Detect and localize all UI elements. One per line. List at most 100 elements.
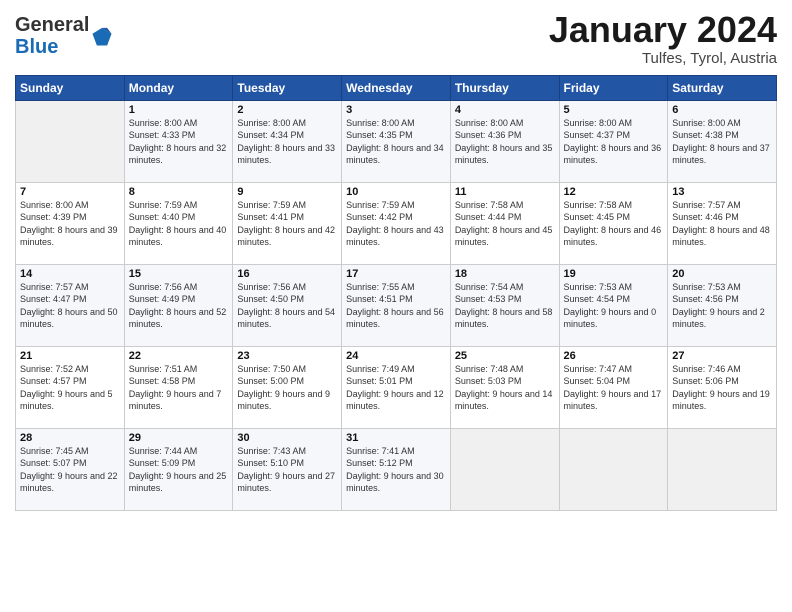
day-number: 29 [129,432,229,444]
calendar-cell: 24Sunrise: 7:49 AMSunset: 5:01 PMDayligh… [342,346,451,428]
day-number: 17 [346,268,446,280]
calendar-cell: 17Sunrise: 7:55 AMSunset: 4:51 PMDayligh… [342,264,451,346]
day-number: 31 [346,432,446,444]
calendar-cell: 12Sunrise: 7:58 AMSunset: 4:45 PMDayligh… [559,182,668,264]
day-number: 6 [672,104,772,116]
day-info: Sunrise: 7:59 AMSunset: 4:41 PMDaylight:… [237,199,337,249]
calendar-cell: 31Sunrise: 7:41 AMSunset: 5:12 PMDayligh… [342,428,451,510]
day-number: 18 [455,268,555,280]
calendar-week-row: 21Sunrise: 7:52 AMSunset: 4:57 PMDayligh… [16,346,777,428]
calendar-cell: 23Sunrise: 7:50 AMSunset: 5:00 PMDayligh… [233,346,342,428]
day-number: 19 [564,268,664,280]
logo-general: General [15,14,89,36]
day-number: 27 [672,350,772,362]
day-info: Sunrise: 7:46 AMSunset: 5:06 PMDaylight:… [672,363,772,413]
day-number: 8 [129,186,229,198]
calendar-week-row: 28Sunrise: 7:45 AMSunset: 5:07 PMDayligh… [16,428,777,510]
calendar-cell [668,428,777,510]
day-info: Sunrise: 7:51 AMSunset: 4:58 PMDaylight:… [129,363,229,413]
day-number: 2 [237,104,337,116]
day-number: 3 [346,104,446,116]
calendar-cell: 21Sunrise: 7:52 AMSunset: 4:57 PMDayligh… [16,346,125,428]
logo-icon [91,25,113,47]
calendar-cell: 11Sunrise: 7:58 AMSunset: 4:44 PMDayligh… [450,182,559,264]
day-info: Sunrise: 8:00 AMSunset: 4:39 PMDaylight:… [20,199,120,249]
day-info: Sunrise: 7:52 AMSunset: 4:57 PMDaylight:… [20,363,120,413]
day-number: 25 [455,350,555,362]
day-number: 9 [237,186,337,198]
day-info: Sunrise: 8:00 AMSunset: 4:38 PMDaylight:… [672,117,772,167]
calendar-cell: 5Sunrise: 8:00 AMSunset: 4:37 PMDaylight… [559,100,668,182]
calendar-cell: 15Sunrise: 7:56 AMSunset: 4:49 PMDayligh… [124,264,233,346]
day-info: Sunrise: 7:55 AMSunset: 4:51 PMDaylight:… [346,281,446,331]
calendar-cell: 20Sunrise: 7:53 AMSunset: 4:56 PMDayligh… [668,264,777,346]
day-info: Sunrise: 7:47 AMSunset: 5:04 PMDaylight:… [564,363,664,413]
logo: General Blue [15,14,113,58]
calendar-cell: 25Sunrise: 7:48 AMSunset: 5:03 PMDayligh… [450,346,559,428]
header-monday: Monday [124,75,233,100]
day-info: Sunrise: 8:00 AMSunset: 4:33 PMDaylight:… [129,117,229,167]
calendar-cell: 14Sunrise: 7:57 AMSunset: 4:47 PMDayligh… [16,264,125,346]
day-info: Sunrise: 7:57 AMSunset: 4:46 PMDaylight:… [672,199,772,249]
day-info: Sunrise: 7:53 AMSunset: 4:56 PMDaylight:… [672,281,772,331]
calendar-container: General Blue January 2024 Tulfes, Tyrol,… [0,0,792,521]
calendar-week-row: 14Sunrise: 7:57 AMSunset: 4:47 PMDayligh… [16,264,777,346]
day-number: 10 [346,186,446,198]
day-number: 23 [237,350,337,362]
day-info: Sunrise: 7:44 AMSunset: 5:09 PMDaylight:… [129,445,229,495]
calendar-cell: 16Sunrise: 7:56 AMSunset: 4:50 PMDayligh… [233,264,342,346]
day-number: 12 [564,186,664,198]
calendar-cell: 9Sunrise: 7:59 AMSunset: 4:41 PMDaylight… [233,182,342,264]
calendar-cell: 8Sunrise: 7:59 AMSunset: 4:40 PMDaylight… [124,182,233,264]
calendar-cell: 27Sunrise: 7:46 AMSunset: 5:06 PMDayligh… [668,346,777,428]
day-number: 5 [564,104,664,116]
day-info: Sunrise: 7:59 AMSunset: 4:42 PMDaylight:… [346,199,446,249]
calendar-cell: 3Sunrise: 8:00 AMSunset: 4:35 PMDaylight… [342,100,451,182]
header-sunday: Sunday [16,75,125,100]
day-number: 16 [237,268,337,280]
calendar-cell: 10Sunrise: 7:59 AMSunset: 4:42 PMDayligh… [342,182,451,264]
day-number: 14 [20,268,120,280]
calendar-cell: 19Sunrise: 7:53 AMSunset: 4:54 PMDayligh… [559,264,668,346]
calendar-cell: 30Sunrise: 7:43 AMSunset: 5:10 PMDayligh… [233,428,342,510]
header-friday: Friday [559,75,668,100]
day-number: 21 [20,350,120,362]
day-info: Sunrise: 7:45 AMSunset: 5:07 PMDaylight:… [20,445,120,495]
day-number: 7 [20,186,120,198]
logo-text: General Blue [15,14,89,58]
day-info: Sunrise: 7:57 AMSunset: 4:47 PMDaylight:… [20,281,120,331]
calendar-cell: 13Sunrise: 7:57 AMSunset: 4:46 PMDayligh… [668,182,777,264]
day-number: 11 [455,186,555,198]
day-info: Sunrise: 8:00 AMSunset: 4:35 PMDaylight:… [346,117,446,167]
day-number: 1 [129,104,229,116]
day-info: Sunrise: 7:54 AMSunset: 4:53 PMDaylight:… [455,281,555,331]
calendar-cell: 29Sunrise: 7:44 AMSunset: 5:09 PMDayligh… [124,428,233,510]
calendar-table: Sunday Monday Tuesday Wednesday Thursday… [15,75,777,511]
day-info: Sunrise: 7:53 AMSunset: 4:54 PMDaylight:… [564,281,664,331]
header: General Blue January 2024 Tulfes, Tyrol,… [15,10,777,67]
day-info: Sunrise: 7:58 AMSunset: 4:45 PMDaylight:… [564,199,664,249]
calendar-cell: 18Sunrise: 7:54 AMSunset: 4:53 PMDayligh… [450,264,559,346]
header-thursday: Thursday [450,75,559,100]
header-tuesday: Tuesday [233,75,342,100]
calendar-cell: 26Sunrise: 7:47 AMSunset: 5:04 PMDayligh… [559,346,668,428]
calendar-week-row: 1Sunrise: 8:00 AMSunset: 4:33 PMDaylight… [16,100,777,182]
day-info: Sunrise: 7:56 AMSunset: 4:50 PMDaylight:… [237,281,337,331]
day-number: 22 [129,350,229,362]
title-section: January 2024 Tulfes, Tyrol, Austria [549,10,777,67]
day-number: 28 [20,432,120,444]
header-saturday: Saturday [668,75,777,100]
day-number: 24 [346,350,446,362]
day-info: Sunrise: 7:43 AMSunset: 5:10 PMDaylight:… [237,445,337,495]
day-info: Sunrise: 8:00 AMSunset: 4:36 PMDaylight:… [455,117,555,167]
calendar-cell: 6Sunrise: 8:00 AMSunset: 4:38 PMDaylight… [668,100,777,182]
day-info: Sunrise: 7:48 AMSunset: 5:03 PMDaylight:… [455,363,555,413]
calendar-cell: 28Sunrise: 7:45 AMSunset: 5:07 PMDayligh… [16,428,125,510]
location: Tulfes, Tyrol, Austria [549,50,777,67]
day-info: Sunrise: 7:58 AMSunset: 4:44 PMDaylight:… [455,199,555,249]
day-info: Sunrise: 8:00 AMSunset: 4:37 PMDaylight:… [564,117,664,167]
day-info: Sunrise: 7:50 AMSunset: 5:00 PMDaylight:… [237,363,337,413]
day-number: 26 [564,350,664,362]
day-info: Sunrise: 8:00 AMSunset: 4:34 PMDaylight:… [237,117,337,167]
day-info: Sunrise: 7:41 AMSunset: 5:12 PMDaylight:… [346,445,446,495]
